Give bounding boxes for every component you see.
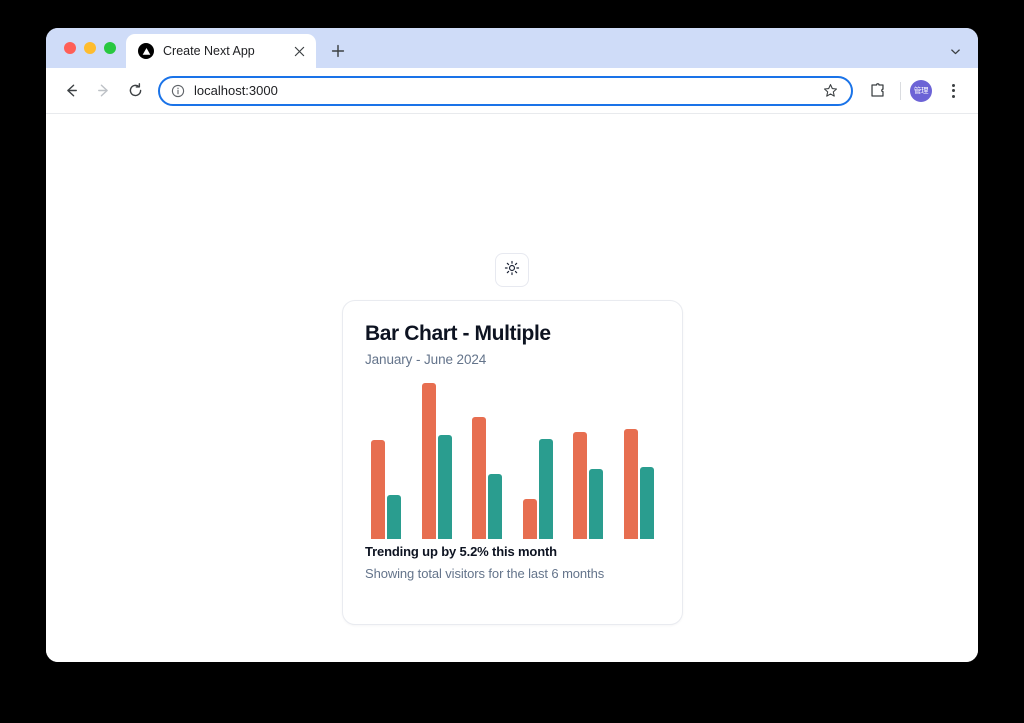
url-text[interactable]: localhost:3000 (194, 83, 810, 98)
trend-text: Trending up by 5.2% this month (365, 544, 557, 560)
bar-desktop[interactable] (522, 499, 537, 540)
back-arrow-icon[interactable] (56, 76, 86, 106)
reload-icon[interactable] (120, 76, 150, 106)
info-circle-icon[interactable] (171, 84, 185, 98)
trend-status: Trending up by 5.2% this month (365, 544, 660, 559)
bar-group[interactable] (365, 382, 408, 540)
bar-mobile[interactable] (589, 469, 604, 540)
bar-desktop[interactable] (573, 432, 588, 540)
toolbar-divider (900, 81, 901, 100)
theme-toggle-button[interactable] (495, 253, 529, 287)
bar-group[interactable] (567, 382, 610, 540)
window-controls (58, 28, 126, 68)
bar-chart-card: Bar Chart - Multiple January - June 2024… (342, 300, 683, 625)
bar-desktop[interactable] (623, 429, 638, 540)
bar-group[interactable] (618, 382, 661, 540)
browser-window: Create Next App localhost:3000 管理 Bar Ch… (46, 28, 978, 662)
tab-title: Create Next App (163, 44, 255, 58)
profile-avatar[interactable]: 管理 (910, 79, 932, 102)
minimize-window-button[interactable] (84, 42, 96, 54)
bar-group[interactable] (466, 382, 509, 540)
bar-desktop[interactable] (421, 383, 436, 540)
browser-tab[interactable]: Create Next App (126, 34, 316, 68)
bar-group[interactable] (517, 382, 560, 540)
bar-mobile[interactable] (437, 435, 452, 540)
new-tab-button[interactable] (324, 37, 352, 65)
tab-strip: Create Next App (46, 28, 978, 68)
footer-description: Showing total visitors for the last 6 mo… (365, 566, 605, 582)
chevron-down-icon[interactable] (942, 38, 968, 64)
extensions-puzzle-icon[interactable] (863, 77, 891, 105)
avatar-label: 管理 (913, 86, 929, 95)
card-title: Bar Chart - Multiple (365, 322, 551, 345)
sun-icon (504, 260, 520, 281)
bar-desktop[interactable] (371, 440, 386, 540)
bar-mobile[interactable] (639, 467, 654, 540)
address-bar[interactable]: localhost:3000 (158, 75, 853, 106)
bar-groups (365, 382, 661, 540)
forward-arrow-icon[interactable] (88, 76, 118, 106)
bar-desktop[interactable] (472, 417, 487, 540)
star-icon[interactable] (819, 80, 841, 102)
page-content: Bar Chart - Multiple January - June 2024… (46, 114, 978, 662)
card-subtitle: January - June 2024 (365, 352, 487, 368)
bar-mobile[interactable] (538, 439, 553, 540)
maximize-window-button[interactable] (104, 42, 116, 54)
bar-mobile[interactable] (488, 474, 503, 540)
bar-group[interactable] (416, 382, 459, 540)
card-footer: Trending up by 5.2% this month Showing t… (365, 544, 660, 581)
chart-plot-area (365, 382, 661, 540)
close-icon[interactable] (290, 42, 308, 60)
nextjs-triangle-icon (138, 43, 154, 59)
three-dot-menu-icon[interactable] (940, 78, 966, 104)
bar-mobile[interactable] (387, 495, 402, 540)
close-window-button[interactable] (64, 42, 76, 54)
browser-toolbar: localhost:3000 管理 (46, 68, 978, 114)
